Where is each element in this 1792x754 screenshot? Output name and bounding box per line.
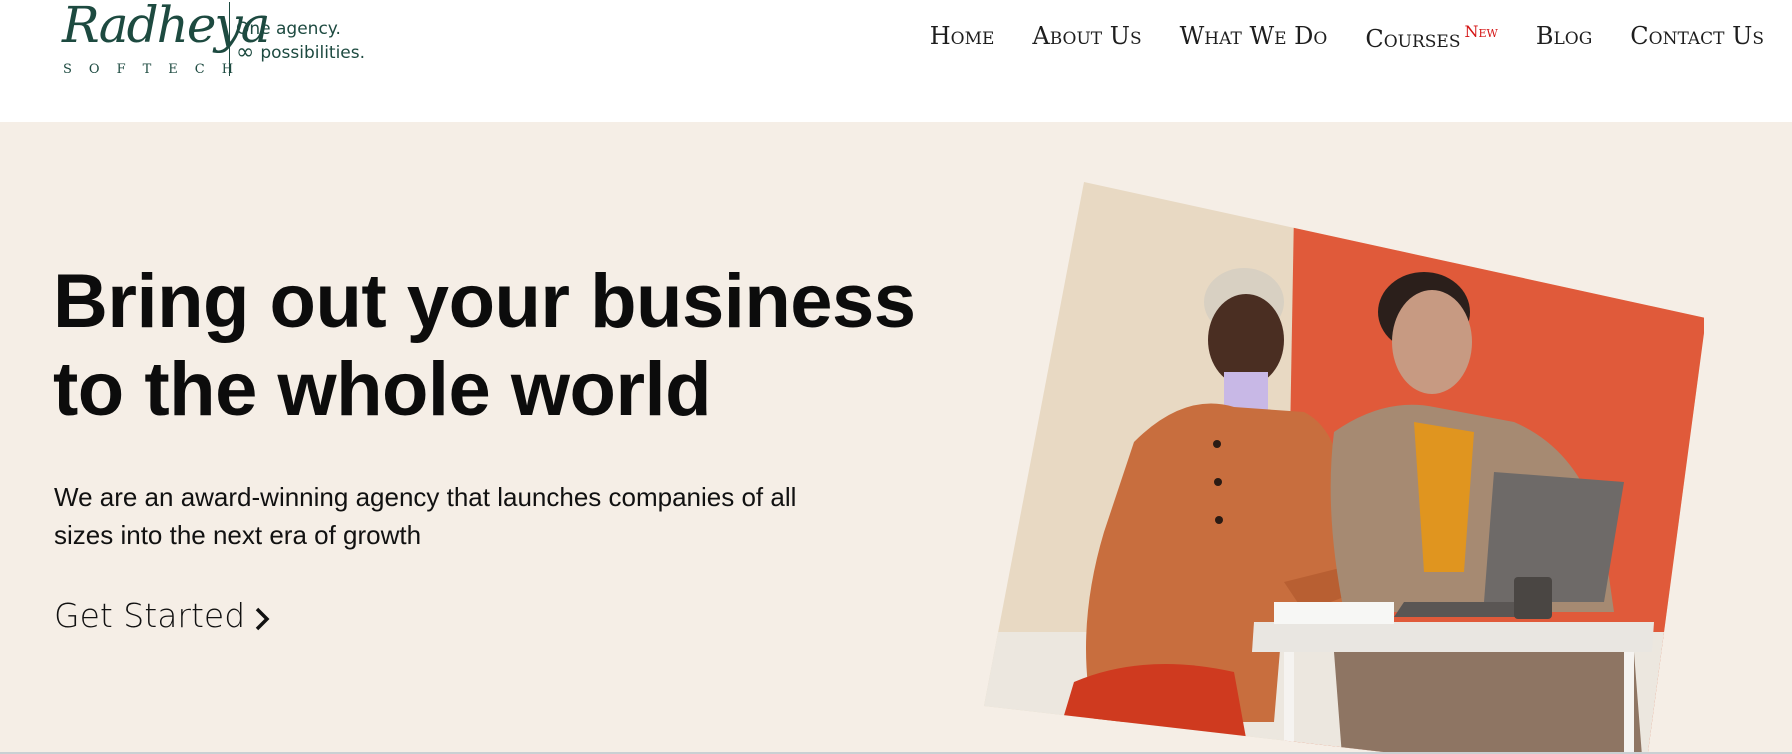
nav-item-blog[interactable]: Blog [1536, 22, 1592, 50]
site-header: Radheya SOFTECH One agency. ∞ possibilit… [0, 0, 1792, 122]
brand-logo[interactable]: Radheya SOFTECH One agency. ∞ possibilit… [60, 0, 380, 82]
hero-subtitle-line1: We are an award-winning agency that laun… [54, 482, 797, 512]
logo-tagline-line2: possibilities. [260, 43, 366, 63]
nav-item-label: Contact Us [1630, 22, 1764, 50]
nav-item-what-we-do[interactable]: What We Do [1180, 22, 1328, 50]
team-meeting-photo [984, 182, 1704, 752]
nav-item-home[interactable]: Home [930, 22, 995, 50]
get-started-label: Get Started [54, 596, 246, 635]
logo-divider [229, 2, 230, 76]
nav-item-contact-us[interactable]: Contact Us [1630, 22, 1764, 50]
hero-subtitle-line2: sizes into the next era of growth [54, 520, 422, 550]
nav-item-about-us[interactable]: About Us [1032, 22, 1141, 50]
nav-item-label: What We Do [1179, 22, 1328, 50]
nav-item-label: Home [929, 22, 995, 50]
hero-title-line2: to the whole world [53, 347, 712, 432]
hero-subtitle: We are an award-winning agency that laun… [54, 478, 854, 554]
nav-item-courses[interactable]: Courses New [1365, 22, 1497, 53]
logo-subtitle: SOFTECH [63, 62, 251, 77]
hero-title-line1: Bring out your business [53, 259, 916, 344]
hero-section: Bring out your business to the whole wor… [0, 122, 1792, 754]
chevron-right-icon [255, 607, 270, 630]
hero-title: Bring out your business to the whole wor… [53, 258, 916, 434]
nav-item-label: Courses [1365, 25, 1461, 53]
nav-item-label: Blog [1535, 22, 1593, 50]
new-badge: New [1464, 22, 1498, 41]
infinity-icon: ∞ [236, 40, 255, 65]
logo-tagline-line1: One agency. [236, 19, 341, 39]
main-nav: Home About Us What We Do Courses New Blog… [892, 22, 1764, 53]
get-started-link[interactable]: Get Started [54, 596, 271, 635]
logo-tagline-line2-wrap: ∞ possibilities. [236, 42, 365, 64]
nav-item-label: About Us [1032, 22, 1142, 50]
